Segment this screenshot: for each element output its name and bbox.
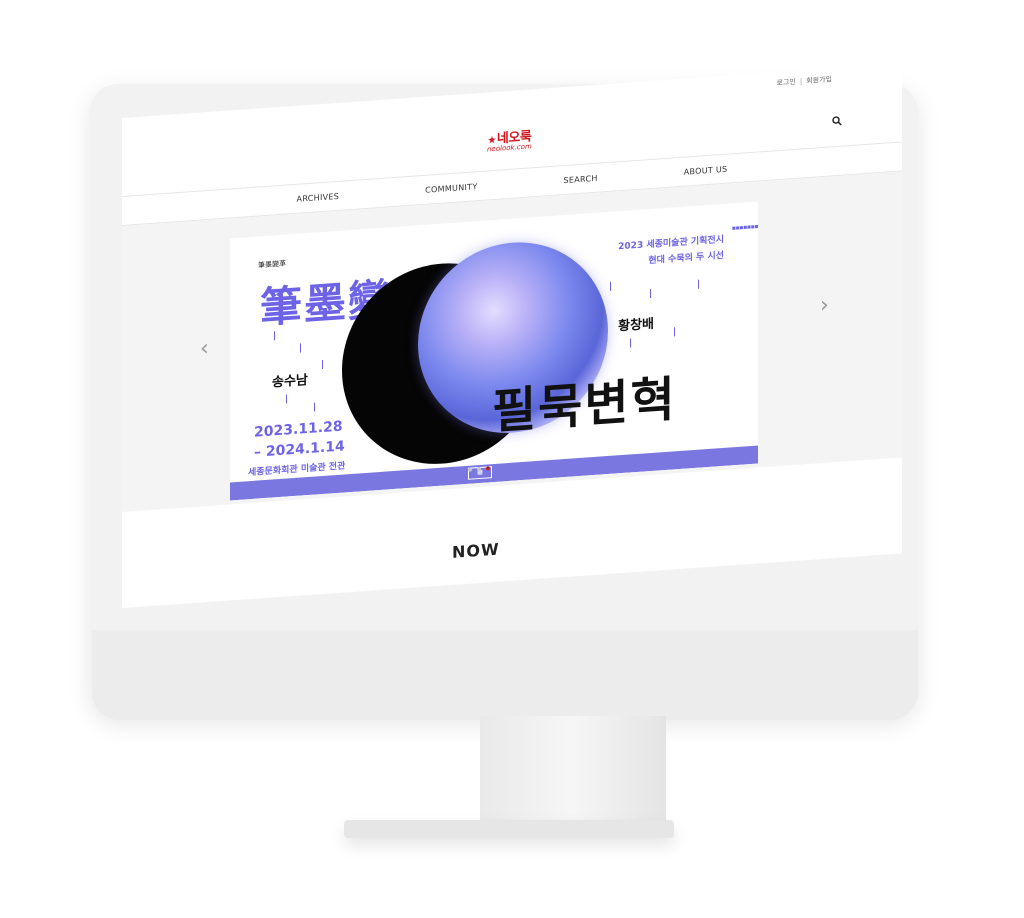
banner-big-title: 필묵변혁 <box>492 371 677 441</box>
monitor-chin <box>92 630 918 720</box>
rain-mark <box>630 338 631 348</box>
carousel-dot[interactable] <box>468 467 472 472</box>
rain-mark <box>274 331 275 341</box>
rain-mark <box>286 394 287 404</box>
rain-mark <box>698 279 699 289</box>
banner-hanja-label: 筆墨變革 <box>258 259 286 270</box>
rain-mark <box>674 327 675 337</box>
artist-right: 황창배 <box>618 316 654 335</box>
nav-search[interactable]: SEARCH <box>564 173 598 184</box>
monitor-stand-base <box>344 820 674 838</box>
section-now-title: NOW <box>452 539 500 562</box>
search-icon[interactable] <box>832 116 842 127</box>
divider: | <box>799 77 803 86</box>
artist-left: 송수남 <box>272 373 308 391</box>
rain-mark <box>650 289 651 299</box>
exhibition-banner[interactable]: 筆墨變革 筆墨變革 2023 세종미술관 기획전시 현대 수묵의 두 시선 송수… <box>230 201 758 501</box>
login-link[interactable]: 로그인 <box>777 77 796 88</box>
nav-about-us[interactable]: ABOUT US <box>684 164 728 176</box>
banner-title: 2023 세종미술관 기획전시 현대 수묵의 두 시선 <box>618 232 724 271</box>
nav-archives[interactable]: ARCHIVES <box>297 191 340 203</box>
rain-mark <box>322 359 323 370</box>
nav-community[interactable]: COMMUNITY <box>425 182 477 195</box>
rain-mark <box>300 343 301 353</box>
logo-english: neolook.com <box>487 142 532 154</box>
carousel-dot-active[interactable] <box>486 466 490 471</box>
exhibition-dates: 2023.11.28 – 2024.1.14 <box>254 416 345 462</box>
carousel-prev-icon[interactable]: ‹ <box>200 336 212 362</box>
screen: 로그인 | 회원가입 ★네오룩 neolook.com ARCHIVES COM… <box>122 63 902 608</box>
signup-link[interactable]: 회원가입 <box>806 74 832 86</box>
banner-side-credits: ■■■■■■■■■■■■■■■■■■■■ <box>732 220 758 231</box>
carousel-next-icon[interactable]: › <box>820 293 832 319</box>
rain-mark <box>314 402 315 412</box>
rain-mark <box>610 281 611 291</box>
monitor-stand-neck <box>480 716 666 836</box>
site-logo[interactable]: ★네오룩 neolook.com <box>487 125 532 153</box>
carousel-dot[interactable] <box>477 466 481 472</box>
hero-carousel: ‹ 筆墨變革 筆墨變革 2023 세종미술관 기획전시 현대 수묵의 두 시선 … <box>122 171 902 512</box>
